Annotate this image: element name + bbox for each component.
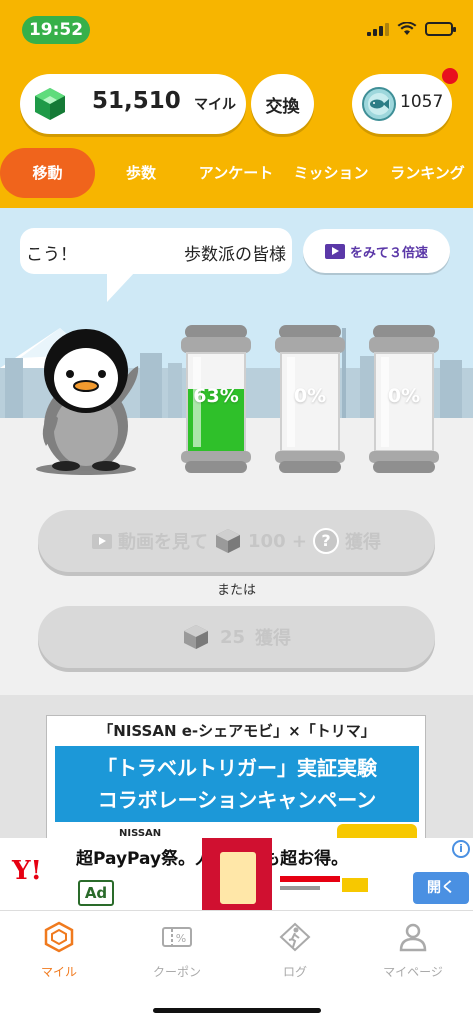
get-suffix: 獲得 (255, 628, 292, 649)
banner-area: 「NISSAN e-シェアモビ」×「トリマ」 「トラベルトリガー」実証実験 コラ… (0, 695, 473, 840)
status-time: 19:52 (22, 16, 90, 44)
ad-product-image (202, 838, 272, 910)
banner-title: 「NISSAN e-シェアモビ」×「トリマ」 (98, 722, 376, 740)
exchange-button[interactable]: 交換 (251, 74, 314, 134)
progress-capsule: 63% (179, 325, 253, 473)
penguin-character (36, 329, 139, 475)
cube-icon (183, 625, 208, 649)
app-header: 19:52 51,510 マイル 交換 1057 移動 歩数 アンケート ミッシ… (0, 0, 473, 208)
category-tabs: 移動 歩数 アンケート ミッション ランキング (0, 148, 473, 198)
nav-coupon[interactable]: % クーポン (118, 921, 236, 980)
watch-video-label: 動画を見て (118, 532, 209, 553)
fish-coin-icon (362, 87, 396, 121)
bubble-text-right: 歩数派の皆様 (184, 245, 286, 265)
wifi-icon (397, 22, 417, 35)
speed-button-label: をみて３倍速 (349, 245, 428, 261)
watch-video-suffix: 獲得 (344, 532, 381, 553)
tab-ranking[interactable]: ランキング (382, 148, 473, 198)
ad-info-icon[interactable]: i (452, 840, 470, 858)
status-icons (367, 22, 456, 36)
question-mark-icon: ? (312, 528, 339, 554)
notification-dot (442, 68, 458, 84)
fish-count: 1057 (400, 92, 444, 112)
ad-open-button[interactable]: 開く (413, 872, 469, 904)
game-stage: こう！ 歩数派の皆様 をみて３倍速 63% 0% 0% 動画を見て 100 + ? … (0, 208, 473, 695)
get-reward-button[interactable]: 25 獲得 (38, 606, 435, 668)
miles-balance[interactable]: 51,510 マイル (20, 74, 246, 134)
capsule-percent-label: 0% (387, 385, 421, 407)
watch-video-amount: 100 + (248, 530, 307, 552)
ad-price-graphic (280, 876, 368, 892)
watch-video-3x-speed-button[interactable]: をみて３倍速 (303, 229, 450, 273)
nav-log[interactable]: ログ (236, 921, 354, 980)
ad-badge: Ad (78, 880, 114, 906)
home-indicator (153, 1008, 321, 1013)
tab-steps[interactable]: 歩数 (105, 148, 177, 198)
walker-log-icon (279, 922, 311, 952)
banner-line-2: コラボレーションキャンペーン (97, 788, 377, 812)
bottom-navigation: マイル % クーポン ログ マイページ (0, 910, 473, 1024)
nav-label-miles: マイル (40, 965, 77, 979)
gem-outline-icon (44, 921, 74, 953)
capsule-percent-label: 63% (193, 385, 239, 407)
watch-video-reward-button[interactable]: 動画を見て 100 + ? 獲得 (38, 510, 435, 572)
tab-mission[interactable]: ミッション (290, 148, 372, 198)
yahoo-logo: Y! (12, 856, 42, 886)
gem-icon (35, 88, 65, 120)
fish-counter[interactable]: 1057 (352, 68, 458, 134)
nav-label-log: ログ (282, 965, 307, 979)
nav-mypage[interactable]: マイページ (354, 921, 472, 980)
or-label: または (216, 583, 256, 598)
video-icon (324, 243, 345, 259)
video-icon (92, 533, 113, 549)
signal-icon (367, 22, 389, 36)
miles-value: 51,510 (92, 88, 181, 114)
bubble-text-left: こう！ (26, 245, 77, 265)
progress-capsule: 0% (273, 325, 347, 473)
svg-text:%: % (176, 932, 186, 945)
campaign-banner[interactable]: 「NISSAN e-シェアモビ」×「トリマ」 「トラベルトリガー」実証実験 コラ… (46, 715, 426, 840)
speech-bubble: こう！ 歩数派の皆様 (20, 228, 292, 274)
tab-survey[interactable]: アンケート (190, 148, 282, 198)
banner-headline-box: 「トラベルトリガー」実証実験 コラボレーションキャンペーン (55, 746, 419, 822)
battery-icon (425, 22, 456, 36)
miles-unit: マイル (194, 97, 236, 113)
capsule-percent-label: 0% (293, 385, 327, 407)
progress-capsule: 0% (367, 325, 441, 473)
ad-banner[interactable]: Y! 超PayPay祭。人気商品も超お得。 Ad 開く i (0, 838, 473, 910)
coupon-icon: % (162, 927, 192, 947)
cube-icon (216, 529, 241, 553)
banner-line-1: 「トラベルトリガー」実証実験 (97, 756, 377, 780)
nav-miles[interactable]: マイル (0, 921, 118, 980)
person-icon (399, 923, 427, 952)
nav-label-coupon: クーポン (152, 965, 201, 979)
nav-label-mypage: マイページ (383, 965, 443, 979)
tab-move[interactable]: 移動 (0, 148, 95, 198)
get-amount: 25 (219, 626, 246, 648)
